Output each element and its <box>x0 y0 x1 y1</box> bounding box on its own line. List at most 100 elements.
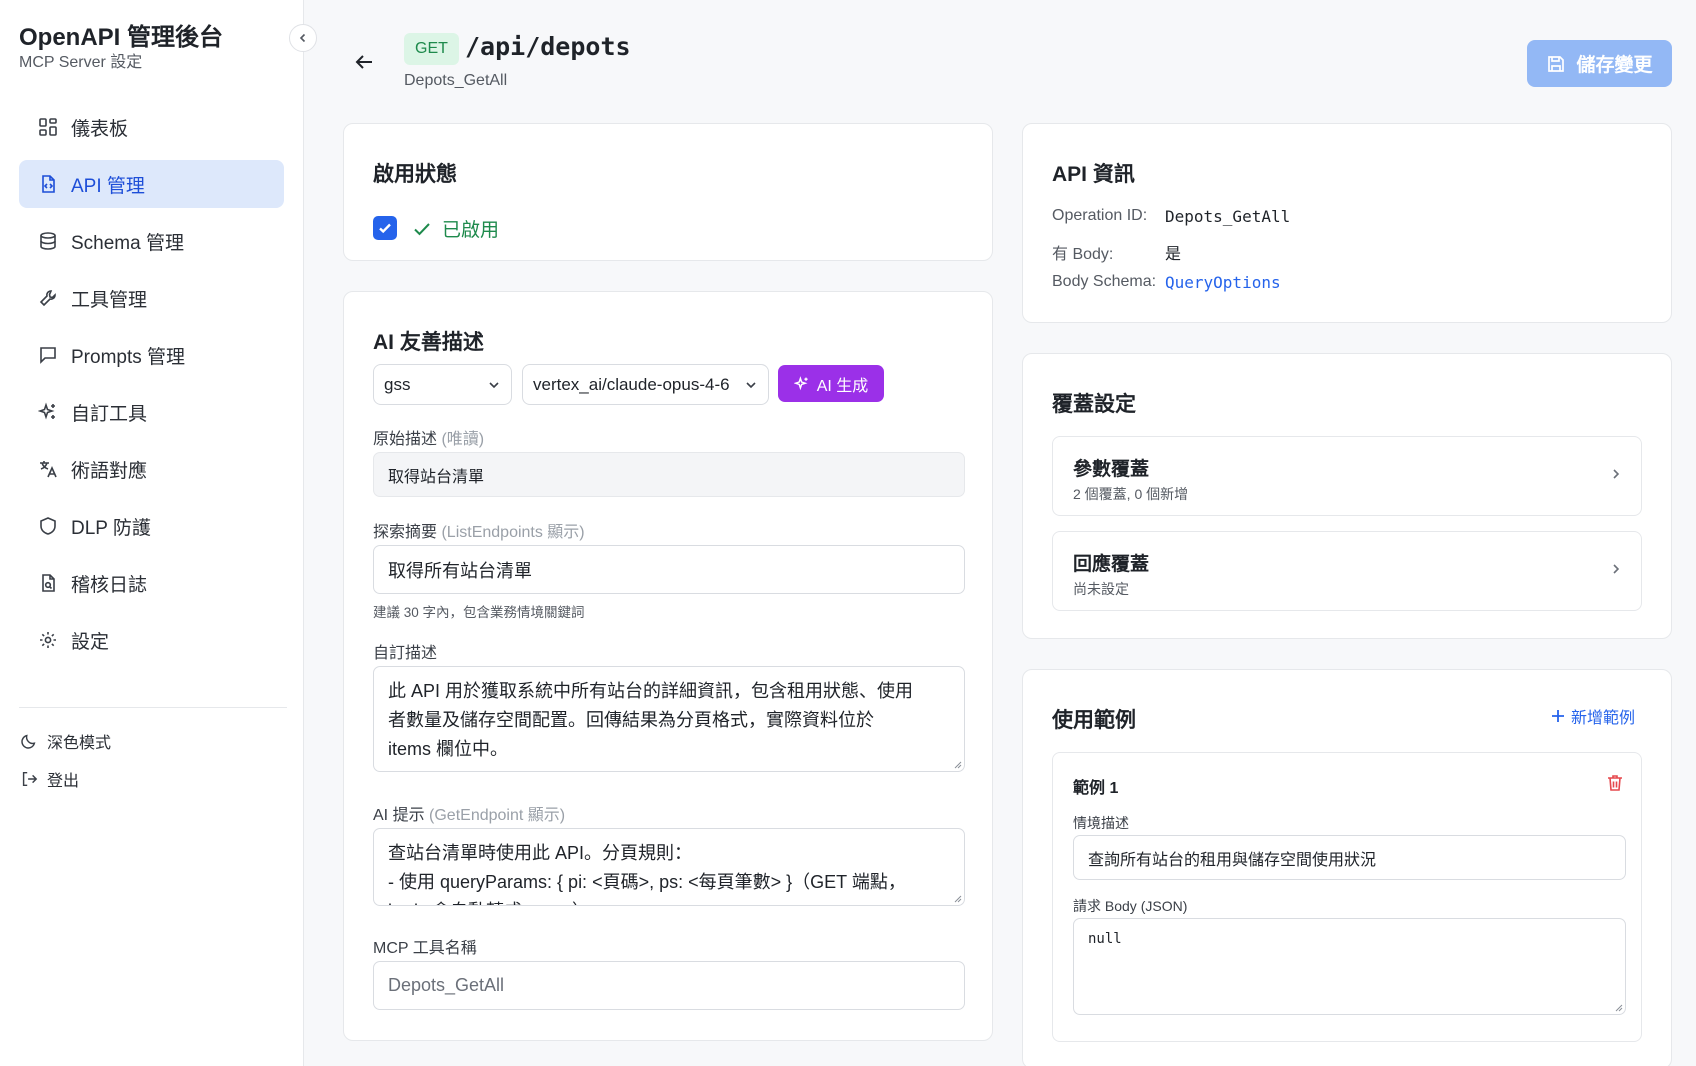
resize-handle-icon[interactable] <box>952 759 962 769</box>
file-search-icon <box>37 572 59 594</box>
ai-hint-label-text: AI 提示 <box>373 807 425 824</box>
sidebar-item-dlp[interactable]: DLP 防護 <box>19 502 284 550</box>
enabled-status: 已啟用 <box>412 215 499 242</box>
dark-mode-label: 深色模式 <box>47 735 112 752</box>
resize-handle-icon[interactable] <box>952 893 962 903</box>
back-button[interactable] <box>350 48 378 76</box>
original-desc-field: 取得站台清單 <box>373 452 965 497</box>
body-schema-link[interactable]: QueryOptions <box>1165 273 1281 292</box>
gear-icon <box>37 629 59 651</box>
chevron-down-icon <box>746 381 756 388</box>
summary-label: 探索摘要 (ListEndpoints 顯示) <box>373 518 585 542</box>
ai-card-title: AI 友善描述 <box>373 331 484 354</box>
operation-id-value: Depots_GetAll <box>1165 207 1291 226</box>
response-override-title: 回應覆蓋 <box>1073 554 1150 575</box>
status-card: 啟用狀態 已啟用 <box>343 123 993 261</box>
ai-hint-note: (GetEndpoint 顯示) <box>429 807 566 824</box>
chevron-left-icon <box>299 33 306 43</box>
summary-input[interactable]: 取得所有站台清單 <box>373 545 965 594</box>
languages-icon <box>37 458 59 480</box>
sidebar-divider <box>19 707 287 708</box>
sidebar-item-label: API 管理 <box>71 175 145 197</box>
sidebar-item-label: Prompts 管理 <box>71 346 186 368</box>
ai-hint-label: AI 提示 (GetEndpoint 顯示) <box>373 801 565 825</box>
chevron-right-icon <box>1613 469 1620 479</box>
summary-value: 取得所有站台清單 <box>388 560 532 581</box>
request-body-value: null <box>1088 931 1122 947</box>
scenario-label: 情境描述 <box>1073 815 1129 831</box>
endpoint-path: /api/depots <box>465 32 631 61</box>
original-desc-value: 取得站台清單 <box>388 468 485 486</box>
sidebar-nav: 儀表板 API 管理 Schema 管理 工具管理 Prompts 管理 自訂工… <box>19 103 284 673</box>
response-override-summary: 尚未設定 <box>1073 581 1129 597</box>
override-card: 覆蓋設定 參數覆蓋 2 個覆蓋, 0 個新增 回應覆蓋 尚未設定 <box>1022 353 1672 639</box>
checkmark-icon <box>379 223 391 234</box>
logout-button[interactable]: 登出 <box>19 767 79 791</box>
sidebar-item-tools[interactable]: 工具管理 <box>19 274 284 322</box>
model-value: vertex_ai/claude-opus-4-6 <box>533 374 730 394</box>
sidebar-item-prompts[interactable]: Prompts 管理 <box>19 331 284 379</box>
sparkles-icon <box>793 375 808 390</box>
sparkles-icon <box>37 401 59 423</box>
api-info-card: API 資訊 Operation ID: Depots_GetAll 有 Bod… <box>1022 123 1672 323</box>
shield-icon <box>37 515 59 537</box>
ai-hint-line: body 會自動轉成 query） <box>388 897 950 905</box>
examples-card: 使用範例 新增範例 範例 1 情境描述 查詢所有站台的租用與儲存空間使用狀況 請… <box>1022 669 1672 1066</box>
operation-name: Depots_GetAll <box>404 72 508 89</box>
sidebar-item-audit[interactable]: 稽核日誌 <box>19 559 284 607</box>
has-body-label: 有 Body: <box>1052 246 1114 263</box>
custom-desc-label: 自訂描述 <box>373 645 438 662</box>
custom-desc-line: 此 API 用於獲取系統中所有站台的詳細資訊，包含租用狀態、使用 <box>388 681 914 701</box>
save-button[interactable]: 儲存變更 <box>1527 40 1672 87</box>
ai-hint-line: - 使用 queryParams: { pi: <頁碼>, ps: <每頁筆數>… <box>388 872 906 892</box>
example-item: 範例 1 情境描述 查詢所有站台的租用與儲存空間使用狀況 請求 Body (JS… <box>1052 752 1642 1042</box>
override-title: 覆蓋設定 <box>1052 393 1136 416</box>
body-schema-label: Body Schema: <box>1052 273 1157 290</box>
param-override-item[interactable]: 參數覆蓋 2 個覆蓋, 0 個新增 <box>1052 436 1642 516</box>
tool-name-input[interactable]: Depots_GetAll <box>373 961 965 1010</box>
ai-generate-button[interactable]: AI 生成 <box>778 365 884 402</box>
tool-name-placeholder: Depots_GetAll <box>388 975 505 995</box>
original-desc-label-text: 原始描述 <box>373 431 438 448</box>
model-select[interactable]: vertex_ai/claude-opus-4-6 <box>522 364 769 405</box>
sidebar-item-label: Schema 管理 <box>71 232 184 254</box>
status-card-title: 啟用狀態 <box>373 163 457 186</box>
dark-mode-toggle[interactable]: 深色模式 <box>19 729 111 753</box>
scenario-value: 查詢所有站台的租用與儲存空間使用狀況 <box>1088 851 1377 869</box>
enabled-checkbox[interactable] <box>373 216 397 240</box>
sidebar-item-custom-tools[interactable]: 自訂工具 <box>19 388 284 436</box>
request-body-textarea[interactable]: null <box>1073 918 1626 1015</box>
moon-icon <box>19 731 39 751</box>
sidebar-item-label: 工具管理 <box>71 289 148 311</box>
sidebar-item-api[interactable]: API 管理 <box>19 160 284 208</box>
resize-handle-icon[interactable] <box>1613 1002 1623 1012</box>
original-desc-label: 原始描述 (唯讀) <box>373 425 484 449</box>
trash-icon[interactable] <box>1605 773 1625 793</box>
ai-hint-line: 查站台清單時使用此 API。分頁規則： <box>388 843 693 863</box>
response-override-item[interactable]: 回應覆蓋 尚未設定 <box>1052 531 1642 611</box>
sidebar-item-glossary[interactable]: 術語對應 <box>19 445 284 493</box>
database-icon <box>37 230 59 252</box>
provider-select[interactable]: gss <box>373 364 512 405</box>
sidebar-item-label: 設定 <box>71 631 110 653</box>
custom-desc-line: 者數量及儲存空間配置。回傳結果為分頁格式，實際資料位於 <box>388 710 874 730</box>
save-icon <box>1548 55 1565 72</box>
summary-label-text: 探索摘要 <box>373 524 438 541</box>
sidebar-item-label: 術語對應 <box>71 460 148 482</box>
add-example-button[interactable]: 新增範例 <box>1551 704 1635 728</box>
sidebar-item-label: DLP 防護 <box>71 517 151 539</box>
ai-hint-textarea[interactable]: 查站台清單時使用此 API。分頁規則： - 使用 queryParams: { … <box>373 828 965 906</box>
has-body-value: 是 <box>1165 246 1182 263</box>
sidebar-item-settings[interactable]: 設定 <box>19 616 284 664</box>
sidebar-item-dashboard[interactable]: 儀表板 <box>19 103 284 151</box>
custom-desc-textarea[interactable]: 此 API 用於獲取系統中所有站台的詳細資訊，包含租用狀態、使用 者數量及儲存空… <box>373 666 965 772</box>
chevron-right-icon <box>1613 564 1620 574</box>
save-label: 儲存變更 <box>1576 55 1653 76</box>
body-schema-row: Body Schema: QueryOptions <box>1052 273 1281 292</box>
sidebar-item-schema[interactable]: Schema 管理 <box>19 217 284 265</box>
sidebar-collapse-button[interactable] <box>289 24 317 52</box>
sidebar: OpenAPI 管理後台 MCP Server 設定 儀表板 API 管理 Sc… <box>0 0 304 1066</box>
check-icon <box>414 222 430 235</box>
summary-hint: 建議 30 字內，包含業務情境關鍵詞 <box>373 605 585 620</box>
scenario-input[interactable]: 查詢所有站台的租用與儲存空間使用狀況 <box>1073 835 1626 880</box>
